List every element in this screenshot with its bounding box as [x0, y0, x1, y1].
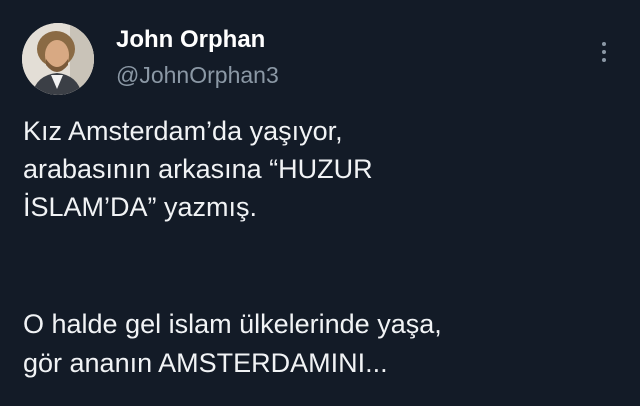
more-vertical-icon[interactable]	[596, 42, 612, 72]
tweet-card: John Orphan @JohnOrphan3 Kız Amsterdam’d…	[0, 0, 640, 406]
profile-photo-icon	[22, 23, 94, 95]
author-name[interactable]: John Orphan	[116, 26, 265, 54]
tweet-header: John Orphan @JohnOrphan3	[22, 22, 618, 98]
tweet-text-paragraph-1: Kız Amsterdam’da yaşıyor, arabasının ark…	[23, 116, 373, 222]
tweet-text-paragraph-2: O halde gel islam ülkelerinde yaşa, gör …	[23, 309, 442, 378]
author-handle[interactable]: @JohnOrphan3	[116, 62, 279, 89]
avatar[interactable]	[22, 23, 94, 95]
